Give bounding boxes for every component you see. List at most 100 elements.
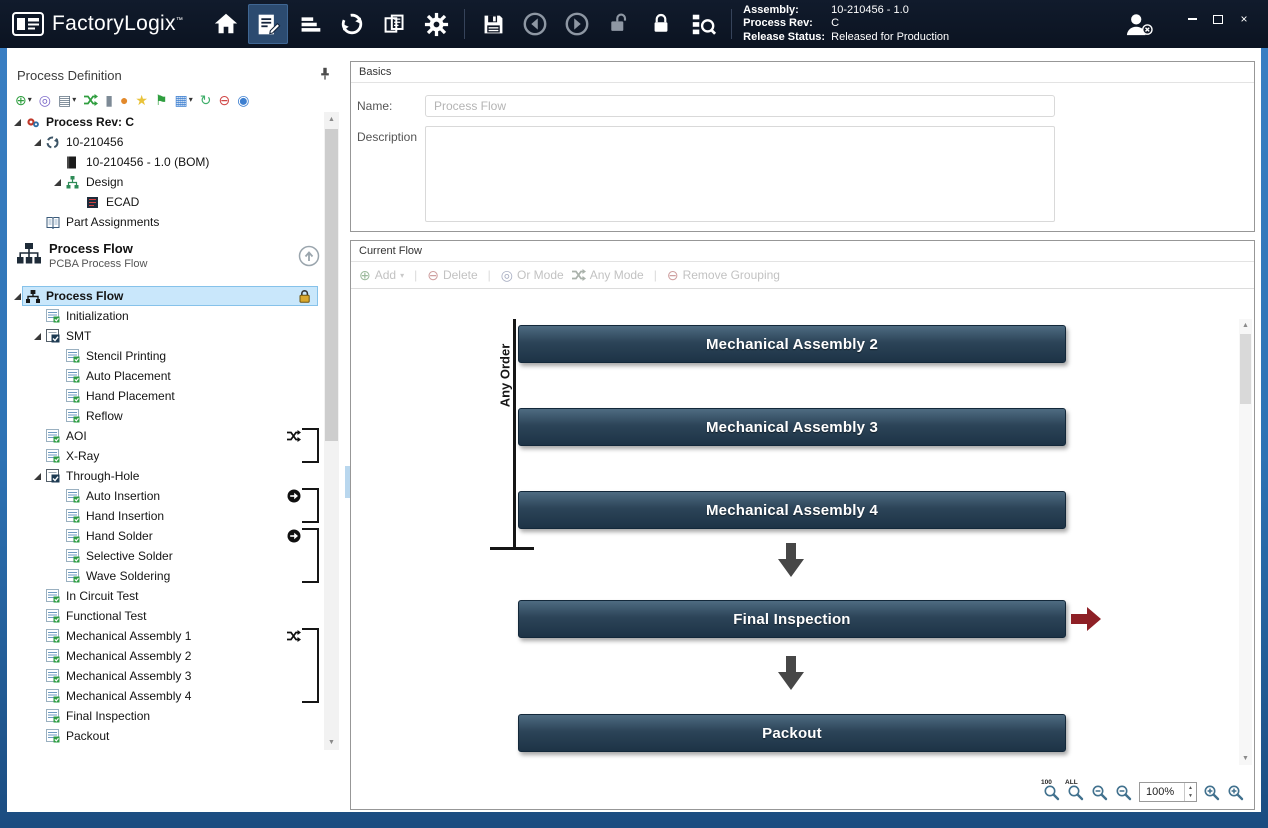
refresh-icon[interactable]: ↻	[200, 93, 212, 107]
tree-item-final-inspection[interactable]: Final Inspection	[7, 706, 345, 726]
tree-item-process-rev-c[interactable]: Process Rev: C	[7, 112, 345, 132]
scroll-down-icon[interactable]: ▼	[324, 735, 339, 750]
scrollbar-thumb[interactable]	[1240, 334, 1251, 404]
audit-search-icon[interactable]	[683, 4, 723, 44]
splitter-handle[interactable]	[345, 466, 350, 498]
traveler-icon[interactable]	[290, 4, 330, 44]
user-icon[interactable]	[1119, 4, 1159, 44]
any-mode-button[interactable]: Any Mode	[571, 268, 644, 282]
spin-down-icon[interactable]: ▼	[1188, 793, 1193, 799]
favorite-icon[interactable]: ★	[135, 93, 148, 107]
tree-item-part-assignments[interactable]: Part Assignments	[7, 212, 345, 232]
flow-canvas[interactable]: ▲ ▼ 100ALL100%▲▼ Any OrderMechanical Ass…	[351, 289, 1254, 809]
tree-item-reflow[interactable]: Reflow	[7, 406, 345, 426]
package-icon[interactable]: ▦▾	[175, 93, 193, 107]
zoom-all-icon[interactable]: ALL	[1067, 783, 1085, 801]
flow-node-mechanical-assembly-3[interactable]: Mechanical Assembly 3	[518, 408, 1066, 446]
app-logo-icon	[12, 10, 44, 38]
collapse-section-icon[interactable]	[298, 245, 320, 270]
left-panel-scrollbar[interactable]: ▲ ▼	[324, 112, 339, 750]
zoom-spinner[interactable]: 100%▲▼	[1139, 782, 1197, 802]
add-icon[interactable]: ⊕▾	[15, 93, 32, 107]
process-definition-icon[interactable]	[248, 4, 288, 44]
scroll-down-icon[interactable]: ▼	[1239, 752, 1252, 765]
remove-icon[interactable]: ⊖	[219, 93, 231, 107]
flow-node-final-inspection[interactable]: Final Inspection	[518, 600, 1066, 638]
tree-item-hand-placement[interactable]: Hand Placement	[7, 386, 345, 406]
any-order-icon[interactable]	[83, 94, 98, 106]
flag-icon[interactable]: ⚑	[155, 93, 168, 107]
info-icon[interactable]: ◉	[237, 93, 249, 107]
expander-icon[interactable]	[11, 292, 23, 301]
consumable-icon[interactable]: ●	[120, 93, 128, 107]
maximize-button[interactable]	[1212, 13, 1224, 25]
expander-icon[interactable]	[31, 472, 43, 481]
unlock-icon[interactable]	[599, 4, 639, 44]
tree-item-10-210456-1-0-bom[interactable]: 10-210456 - 1.0 (BOM)	[7, 152, 345, 172]
expander-icon[interactable]	[31, 332, 43, 341]
name-input[interactable]	[425, 95, 1055, 117]
tree-item-ecad[interactable]: ECAD	[7, 192, 345, 212]
zoom-out-small-icon[interactable]	[1115, 783, 1133, 801]
or-group-icon[interactable]: ◎	[39, 93, 51, 107]
tree-item-content: Functional Test	[43, 607, 345, 625]
flow-node-mechanical-assembly-4[interactable]: Mechanical Assembly 4	[518, 491, 1066, 529]
spin-up-icon[interactable]: ▲	[1188, 785, 1193, 791]
zoom-100-icon[interactable]: 100	[1043, 783, 1061, 801]
tree-item-mechanical-assembly-2[interactable]: Mechanical Assembly 2	[7, 646, 345, 666]
flow-node-mechanical-assembly-2[interactable]: Mechanical Assembly 2	[518, 325, 1066, 363]
print-icon[interactable]: ▤▾	[58, 93, 76, 107]
close-button[interactable]: ×	[1238, 13, 1250, 25]
tree-item-process-flow[interactable]: Process Flow	[7, 286, 345, 306]
save-icon[interactable]	[473, 4, 513, 44]
process-definition-panel: Process Definition ⊕▾◎▤▾▮●★⚑▦▾↻⊖◉ Proces…	[7, 61, 345, 812]
tree-item-x-ray[interactable]: X-Ray	[7, 446, 345, 466]
remove-grouping-button[interactable]: ⊖Remove Grouping	[667, 267, 780, 284]
tree-item-mechanical-assembly-4[interactable]: Mechanical Assembly 4	[7, 686, 345, 706]
back-icon[interactable]	[515, 4, 555, 44]
tree-item-mechanical-assembly-3[interactable]: Mechanical Assembly 3	[7, 666, 345, 686]
description-input[interactable]	[425, 126, 1055, 222]
tree-item-through-hole[interactable]: Through-Hole	[7, 466, 345, 486]
sync-icon[interactable]	[332, 4, 372, 44]
pin-icon[interactable]	[319, 67, 331, 83]
zoom-in-icon[interactable]	[1203, 783, 1221, 801]
probe-icon[interactable]: ▮	[105, 93, 113, 107]
tree-item-packout[interactable]: Packout	[7, 726, 345, 746]
step-icon	[66, 569, 82, 583]
canvas-scrollbar[interactable]: ▲ ▼	[1239, 319, 1252, 765]
tree-item-design[interactable]: Design	[7, 172, 345, 192]
tree-item-initialization[interactable]: Initialization	[7, 306, 345, 326]
flow-node-packout[interactable]: Packout	[518, 714, 1066, 752]
or-mode-button[interactable]: ◎Or Mode	[501, 267, 564, 284]
zoom-region-icon[interactable]	[1227, 783, 1245, 801]
scroll-up-icon[interactable]: ▲	[324, 112, 339, 127]
add-button[interactable]: ⊕Add▾	[359, 267, 404, 284]
settings-icon[interactable]	[416, 4, 456, 44]
delete-button[interactable]: ⊖Delete	[427, 267, 477, 284]
expander-icon[interactable]	[11, 118, 23, 127]
tree-item-selective-solder[interactable]: Selective Solder	[7, 546, 345, 566]
zoom-spinner-arrows[interactable]: ▲▼	[1184, 783, 1196, 801]
toolbar-separator: |	[414, 268, 417, 282]
expander-icon[interactable]	[51, 178, 63, 187]
zoom-out-icon[interactable]	[1091, 783, 1109, 801]
forward-icon[interactable]	[557, 4, 597, 44]
expander-icon[interactable]	[31, 138, 43, 147]
documents-icon[interactable]	[374, 4, 414, 44]
tree-item-functional-test[interactable]: Functional Test	[7, 606, 345, 626]
tree-item-auto-placement[interactable]: Auto Placement	[7, 366, 345, 386]
tree-item-hand-insertion[interactable]: Hand Insertion	[7, 506, 345, 526]
scrollbar-thumb[interactable]	[325, 129, 338, 441]
tree-item-smt[interactable]: SMT	[7, 326, 345, 346]
scroll-up-icon[interactable]: ▲	[1239, 319, 1252, 332]
tree-item-content: Hand Placement	[63, 387, 345, 405]
minimize-button[interactable]	[1186, 13, 1198, 25]
lock-icon[interactable]	[641, 4, 681, 44]
home-icon[interactable]	[206, 4, 246, 44]
panel-splitter[interactable]	[345, 61, 350, 812]
tree-item-10-210456[interactable]: 10-210456	[7, 132, 345, 152]
tree-item-wave-soldering[interactable]: Wave Soldering	[7, 566, 345, 586]
tree-item-stencil-printing[interactable]: Stencil Printing	[7, 346, 345, 366]
tree-item-in-circuit-test[interactable]: In Circuit Test	[7, 586, 345, 606]
